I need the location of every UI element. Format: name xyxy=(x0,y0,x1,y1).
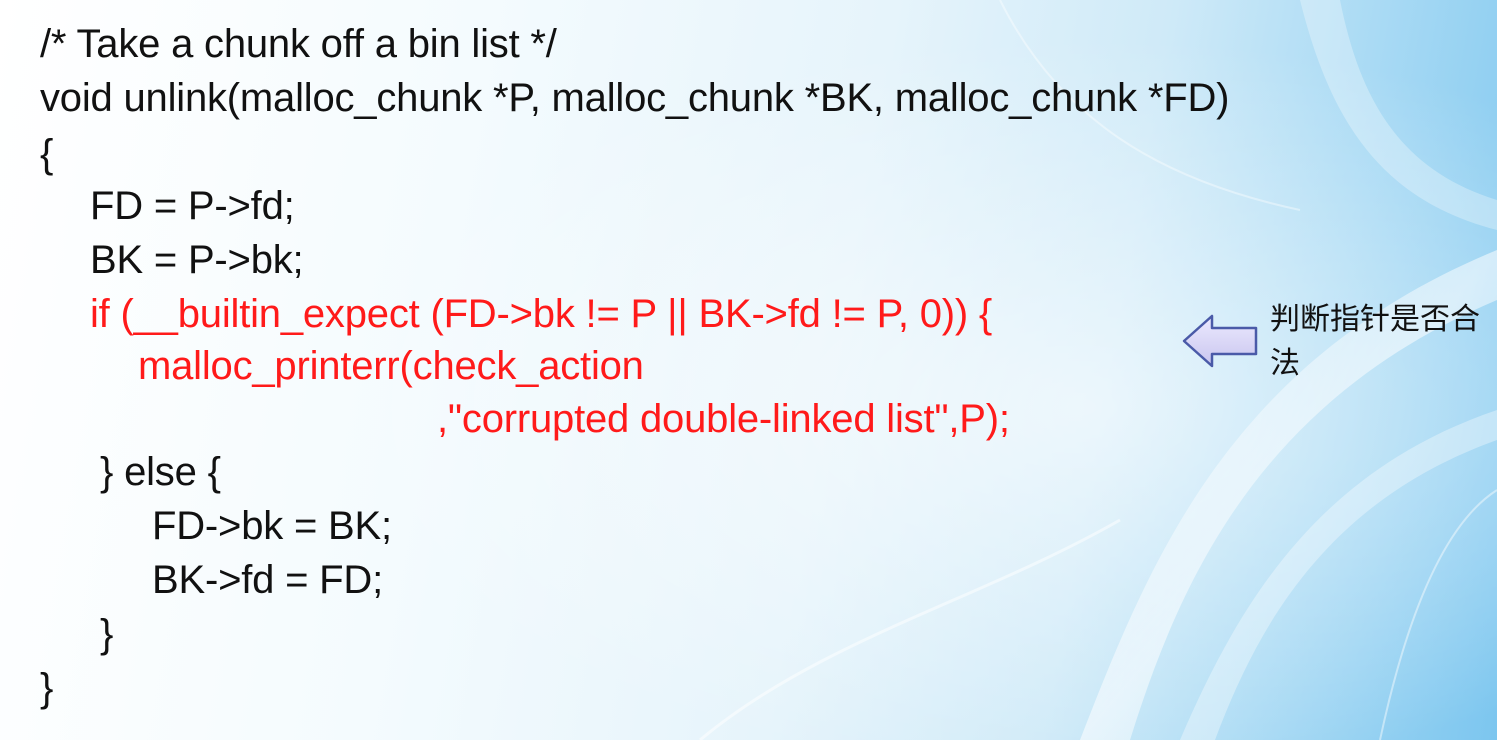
left-arrow-icon xyxy=(1182,314,1258,368)
code-else-close-brace: } xyxy=(100,612,114,656)
code-fd-assign: FD = P->fd; xyxy=(90,184,295,228)
code-else-branch: } else { xyxy=(100,450,221,494)
code-printerr-call: malloc_printerr(check_action xyxy=(138,344,644,388)
code-bk-assign: BK = P->bk; xyxy=(90,238,304,282)
code-if-check: if (__builtin_expect (FD->bk != P || BK-… xyxy=(90,292,993,336)
code-close-brace: } xyxy=(40,666,54,710)
code-fd-bk-assign: FD->bk = BK; xyxy=(152,504,392,548)
code-comment-line: /* Take a chunk off a bin list */ xyxy=(40,22,557,66)
code-function-signature: void unlink(malloc_chunk *P, malloc_chun… xyxy=(40,76,1230,120)
slide: /* Take a chunk off a bin list */ void u… xyxy=(0,0,1497,740)
code-open-brace: { xyxy=(40,132,54,176)
code-printerr-args: ,"corrupted double-linked list",P); xyxy=(437,397,1010,441)
code-bk-fd-assign: BK->fd = FD; xyxy=(152,558,384,602)
annotation-label: 判断指针是否合法 xyxy=(1270,302,1480,381)
